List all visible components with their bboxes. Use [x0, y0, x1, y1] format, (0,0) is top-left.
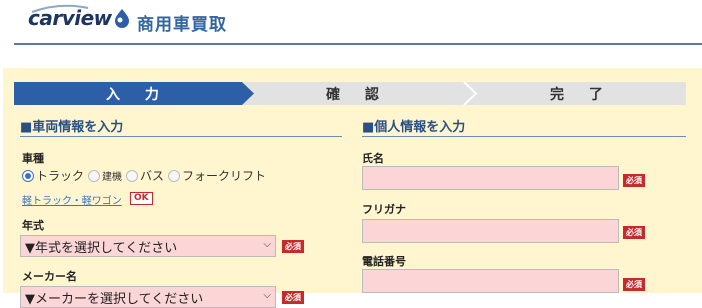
kei-truck-link[interactable]: 軽トラック・軽ワゴン: [22, 192, 122, 207]
phone-required-badge: 必須: [623, 278, 645, 291]
maker-select-value: ▼メーカーを選択してください: [25, 291, 204, 307]
radio-construction[interactable]: [88, 169, 101, 182]
phone-label: 電話番号: [362, 255, 406, 268]
kana-label: フリガナ: [362, 203, 406, 216]
radio-truck[interactable]: [22, 169, 34, 182]
vehicle-type-radios: トラック 建機 バス フォークリフト: [22, 167, 270, 184]
year-label: 年式: [22, 219, 44, 232]
kei-ok-badge: OK: [130, 192, 153, 205]
name-required-badge: 必須: [623, 174, 645, 187]
year-select-value: ▼年式を選択してください: [25, 240, 178, 256]
maker-select[interactable]: ▼メーカーを選択してください ⌵: [20, 286, 276, 308]
year-select[interactable]: ▼年式を選択してください ⌵: [20, 235, 276, 257]
step-complete: 完 了: [550, 87, 613, 103]
site-header: carview 商用車買取: [0, 0, 702, 44]
radio-construction-label[interactable]: 建機: [102, 168, 122, 183]
maker-label: メーカー名: [22, 270, 77, 283]
kana-required-badge: 必須: [623, 226, 645, 239]
name-input[interactable]: [362, 166, 619, 190]
name-label: 氏名: [362, 152, 384, 165]
phone-input[interactable]: [362, 269, 619, 293]
step-confirm: 確 認: [326, 87, 389, 103]
vehicle-section-divider: [20, 136, 342, 137]
header-divider: [14, 43, 702, 45]
vehicle-section-title: ■車両情報を入力: [20, 120, 124, 135]
carview-logo[interactable]: carview: [28, 4, 130, 30]
logo-drop-icon: [114, 9, 129, 28]
logo-swoosh-icon: [31, 4, 89, 13]
radio-forklift[interactable]: [168, 169, 181, 182]
site-title: 商用車買取: [137, 15, 227, 35]
progress-steps: 入 力 確 認 完 了: [14, 82, 686, 105]
radio-bus-label[interactable]: バス: [140, 167, 164, 184]
kana-input[interactable]: [362, 219, 619, 243]
vehicle-type-label: 車種: [22, 152, 44, 165]
chevron-down-icon: ⌵: [263, 239, 271, 250]
personal-section-divider: [362, 136, 686, 137]
radio-truck-label[interactable]: トラック: [36, 167, 84, 184]
radio-forklift-label[interactable]: フォークリフト: [182, 167, 266, 184]
radio-bus[interactable]: [126, 169, 139, 182]
year-required-badge: 必須: [282, 240, 304, 253]
personal-section-title: ■個人情報を入力: [362, 120, 466, 135]
step-input: 入 力: [106, 87, 169, 103]
chevron-down-icon: ⌵: [263, 290, 271, 301]
